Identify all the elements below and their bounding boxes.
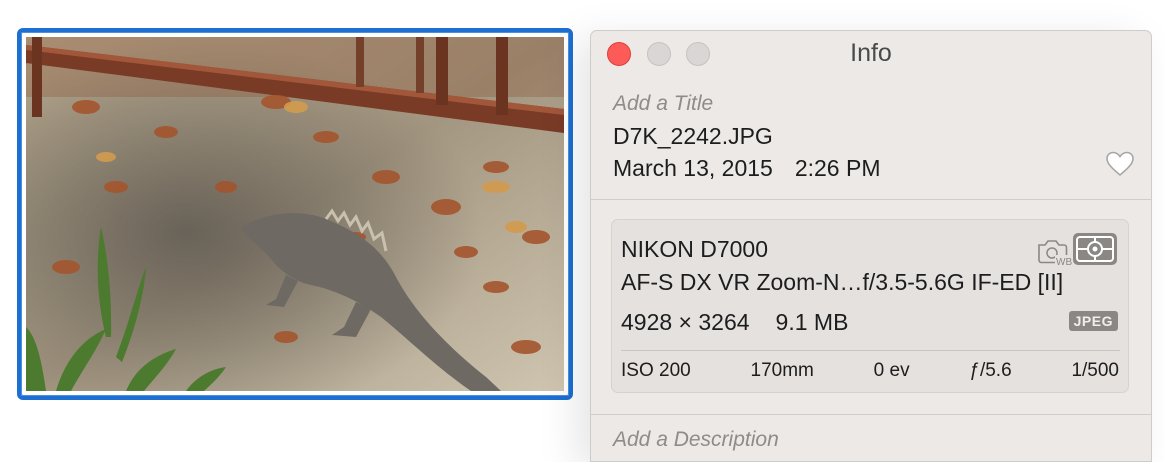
shutter-speed: 1/500 bbox=[1071, 360, 1119, 381]
info-window: Info Add a Title D7K_2242.JPG March 13, … bbox=[590, 30, 1152, 462]
lens-model: AF-S DX VR Zoom-N…f/3.5-5.6G IF-ED [II] bbox=[621, 269, 1064, 295]
spot-metering-icon bbox=[1072, 232, 1118, 266]
titlebar[interactable]: Info bbox=[591, 31, 1151, 77]
window-title: Info bbox=[850, 39, 892, 67]
exposure-bias: 0 ev bbox=[873, 360, 910, 381]
title-field[interactable]: Add a Title bbox=[613, 91, 1129, 117]
divider bbox=[591, 414, 1151, 415]
photo-details: Add a Title D7K_2242.JPG March 13, 2015 2… bbox=[613, 91, 1134, 184]
camera-wb-icon: WB bbox=[1036, 236, 1072, 268]
file-size: 9.1 MB bbox=[775, 309, 849, 335]
filename: D7K_2242.JPG bbox=[613, 123, 773, 149]
date: March 13, 2015 bbox=[613, 155, 773, 181]
camera-model: NIKON D7000 bbox=[621, 236, 769, 262]
svg-text:WB: WB bbox=[1056, 257, 1072, 266]
photo-image bbox=[26, 37, 564, 391]
divider bbox=[591, 199, 1151, 200]
description-field[interactable]: Add a Description bbox=[613, 428, 779, 452]
dimensions: 4928 × 3264 bbox=[621, 309, 750, 335]
focal-length: 170mm bbox=[750, 360, 814, 381]
heart-outline-icon bbox=[1106, 151, 1134, 177]
format-badge: JPEG bbox=[1068, 311, 1118, 331]
image-size-row: 4928 × 3264 9.1 MB bbox=[621, 309, 848, 336]
time: 2:26 PM bbox=[794, 155, 881, 181]
iso-value: ISO 200 bbox=[621, 360, 691, 381]
aperture: ƒ/5.6 bbox=[969, 360, 1012, 381]
exif-divider bbox=[621, 350, 1120, 351]
exposure-stats: ISO 200 170mm 0 ev ƒ/5.6 1/500 bbox=[621, 360, 1119, 382]
favorite-button[interactable] bbox=[1105, 151, 1137, 179]
date-time: March 13, 2015 2:26 PM bbox=[613, 152, 1129, 184]
selected-photo[interactable] bbox=[17, 28, 573, 400]
exif-panel: NIKON D7000 WB AF-S DX VR Zoom-N…f/3.5-5… bbox=[611, 219, 1129, 393]
